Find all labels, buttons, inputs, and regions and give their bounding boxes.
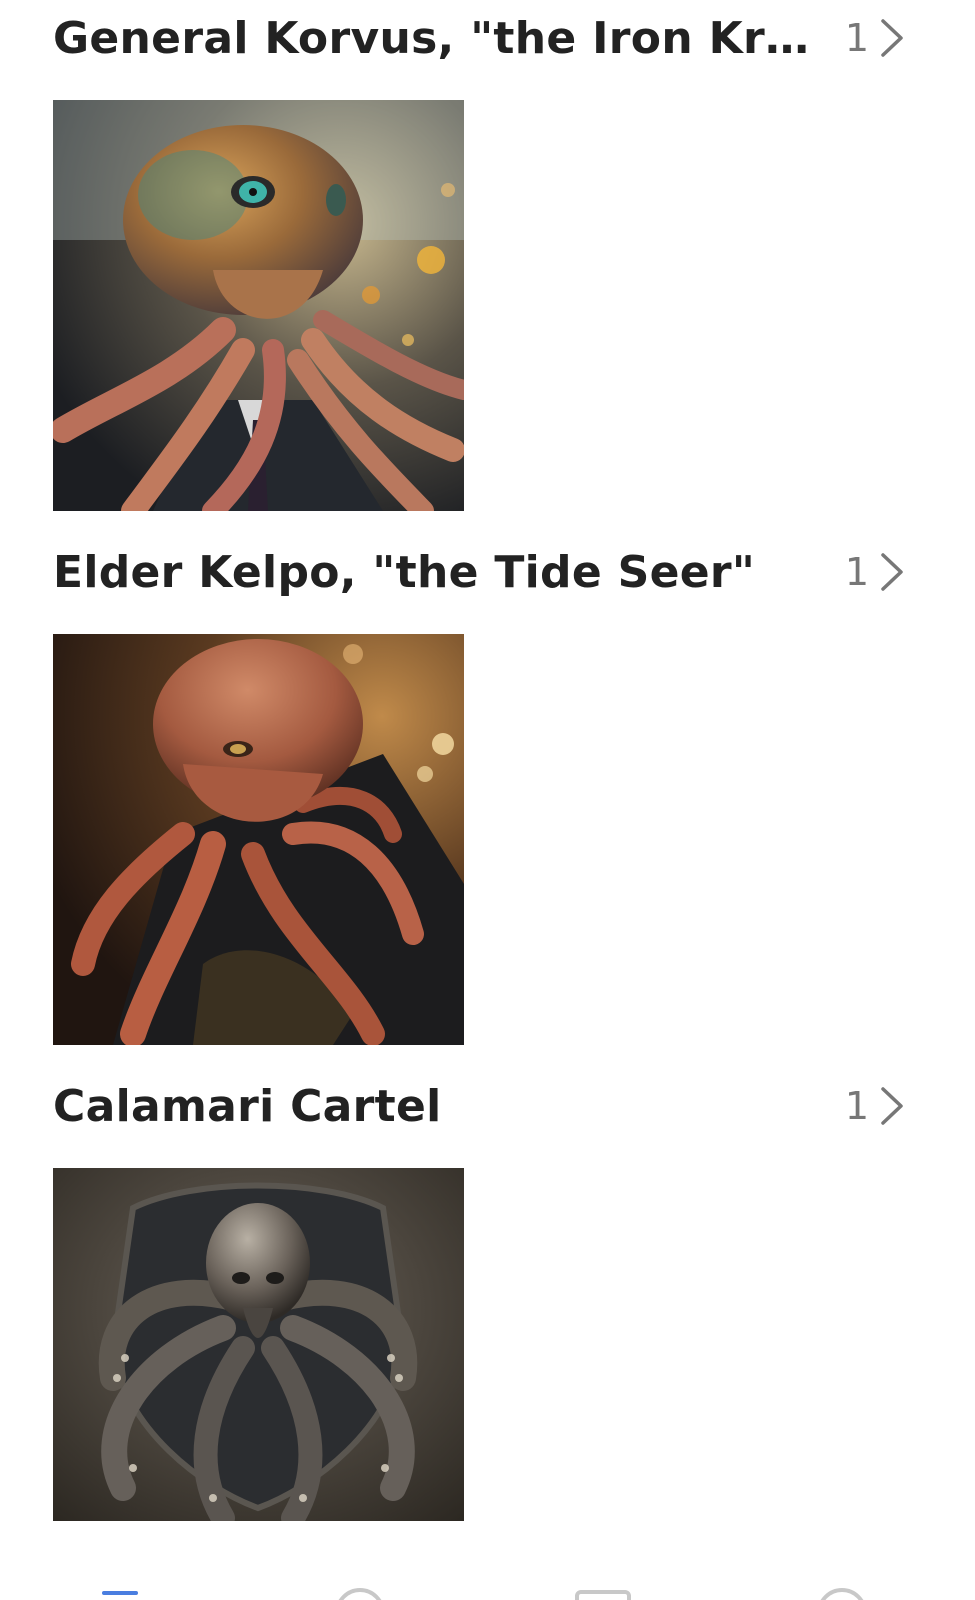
collection-count-link[interactable]: 1 xyxy=(845,537,905,607)
chevron-right-icon xyxy=(881,553,903,591)
collection-header[interactable]: General Korvus, "the Iron Kraken" 1 xyxy=(53,3,905,73)
library-tab[interactable] xyxy=(572,1560,632,1600)
active-tab-indicator xyxy=(102,1591,138,1595)
octopus-emblem-image xyxy=(53,1168,464,1521)
library-icon xyxy=(575,1590,631,1600)
profile-icon xyxy=(817,1588,867,1600)
collection-title: Calamari Cartel xyxy=(53,1080,442,1132)
profile-tab[interactable] xyxy=(812,1560,872,1600)
collection-title: Elder Kelpo, "the Tide Seer" xyxy=(53,546,756,598)
search-tab[interactable] xyxy=(330,1560,390,1600)
chevron-right-icon xyxy=(881,1087,903,1125)
chevron-right-icon xyxy=(881,19,903,57)
collection-count-link[interactable]: 1 xyxy=(845,3,905,73)
collection-count-link[interactable]: 1 xyxy=(845,1071,905,1141)
collections-page: General Korvus, "the Iron Kraken" 1 Elde… xyxy=(0,0,975,1600)
collection-thumbnail[interactable] xyxy=(53,100,464,511)
collection-header[interactable]: Elder Kelpo, "the Tide Seer" 1 xyxy=(53,537,905,607)
home-tab[interactable] xyxy=(90,1560,150,1600)
octopus-image xyxy=(53,100,464,511)
octopus-image xyxy=(53,634,464,1045)
collection-count: 1 xyxy=(844,1084,869,1128)
collection-count: 1 xyxy=(844,16,869,60)
search-icon xyxy=(335,1588,385,1600)
collection-count: 1 xyxy=(844,550,869,594)
collection-thumbnail[interactable] xyxy=(53,634,464,1045)
bottom-navigation xyxy=(0,1560,975,1600)
collection-thumbnail[interactable] xyxy=(53,1168,464,1521)
collection-header[interactable]: Calamari Cartel 1 xyxy=(53,1071,905,1141)
collection-title: General Korvus, "the Iron Kraken" xyxy=(53,12,823,64)
